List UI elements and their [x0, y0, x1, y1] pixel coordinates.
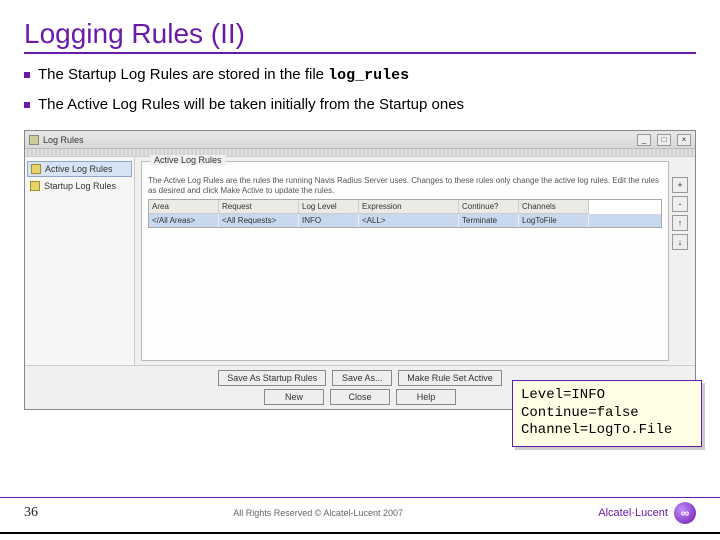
- maximize-button[interactable]: □: [657, 134, 671, 146]
- table-header: Area Request Log Level Expression Contin…: [149, 200, 661, 214]
- nav-panel: Active Log Rules Startup Log Rules: [25, 157, 135, 365]
- col-loglevel[interactable]: Log Level: [299, 200, 359, 214]
- bullet-text: The Startup Log Rules are stored in the …: [38, 66, 328, 83]
- rules-table: Area Request Log Level Expression Contin…: [148, 199, 662, 228]
- active-rules-group: Active Log Rules The Active Log Rules ar…: [141, 161, 669, 361]
- save-startup-button[interactable]: Save As Startup Rules: [218, 370, 326, 386]
- help-button[interactable]: Help: [396, 389, 456, 405]
- window-title: Log Rules: [43, 135, 84, 145]
- callout-line: Channel=LogTo.File: [521, 422, 693, 440]
- cell-expression: <ALL>: [359, 214, 459, 227]
- window-titlebar: Log Rules _ □ ×: [25, 131, 695, 149]
- close-button[interactable]: ×: [677, 134, 691, 146]
- nav-label: Startup Log Rules: [44, 181, 116, 191]
- bullet-code: log_rules: [328, 67, 409, 84]
- col-continue[interactable]: Continue?: [459, 200, 519, 214]
- col-expression[interactable]: Expression: [359, 200, 459, 214]
- group-legend: Active Log Rules: [150, 155, 226, 165]
- cell-channels: LogToFile: [519, 214, 589, 227]
- bullet-item: The Active Log Rules will be taken initi…: [24, 94, 696, 117]
- bullet-list: The Startup Log Rules are stored in the …: [24, 64, 696, 116]
- log-rules-window: Log Rules _ □ × Active Log Rules Startup…: [24, 130, 696, 410]
- save-as-button[interactable]: Save As...: [332, 370, 392, 386]
- make-active-button[interactable]: Make Rule Set Active: [398, 370, 502, 386]
- page-title: Logging Rules (II): [24, 18, 696, 54]
- close-dialog-button[interactable]: Close: [330, 389, 390, 405]
- move-down-button[interactable]: ↓: [672, 234, 688, 250]
- folder-icon: [31, 164, 41, 174]
- bullet-icon: [24, 102, 30, 108]
- cell-loglevel: INFO: [299, 214, 359, 227]
- window-icon: [29, 135, 39, 145]
- slide-footer: 36 All Rights Reserved © Alcatel-Lucent …: [0, 497, 720, 524]
- remove-rule-button[interactable]: -: [672, 196, 688, 212]
- cell-continue: Terminate: [459, 214, 519, 227]
- toolbar-strip: [25, 149, 695, 157]
- cell-request: <All Requests>: [219, 214, 299, 227]
- table-tools: + - ↑ ↓: [669, 161, 689, 361]
- brand-logo-icon: ∞: [674, 502, 696, 524]
- col-request[interactable]: Request: [219, 200, 299, 214]
- bottom-rule: [0, 532, 720, 534]
- new-button[interactable]: New: [264, 389, 324, 405]
- brand-area: Alcatel·Lucent ∞: [598, 502, 696, 524]
- nav-label: Active Log Rules: [45, 164, 113, 174]
- bullet-text: The Active Log Rules will be taken initi…: [38, 96, 464, 113]
- bullet-item: The Startup Log Rules are stored in the …: [24, 64, 696, 88]
- brand-name: Alcatel·Lucent: [598, 507, 668, 519]
- cell-area: </All Areas>: [149, 214, 219, 227]
- minimize-button[interactable]: _: [637, 134, 651, 146]
- folder-icon: [30, 181, 40, 191]
- col-channels[interactable]: Channels: [519, 200, 589, 214]
- page-number: 36: [24, 505, 38, 521]
- move-up-button[interactable]: ↑: [672, 215, 688, 231]
- group-description: The Active Log Rules are the rules the r…: [148, 176, 662, 195]
- callout-box: Level=INFO Continue=false Channel=LogTo.…: [512, 380, 702, 447]
- copyright-text: All Rights Reserved © Alcatel-Lucent 200…: [233, 508, 403, 518]
- callout-line: Level=INFO: [521, 387, 693, 405]
- nav-startup-log-rules[interactable]: Startup Log Rules: [27, 179, 132, 193]
- nav-active-log-rules[interactable]: Active Log Rules: [27, 161, 132, 177]
- add-rule-button[interactable]: +: [672, 177, 688, 193]
- callout-line: Continue=false: [521, 405, 693, 423]
- table-row[interactable]: </All Areas> <All Requests> INFO <ALL> T…: [149, 214, 661, 227]
- col-area[interactable]: Area: [149, 200, 219, 214]
- bullet-icon: [24, 72, 30, 78]
